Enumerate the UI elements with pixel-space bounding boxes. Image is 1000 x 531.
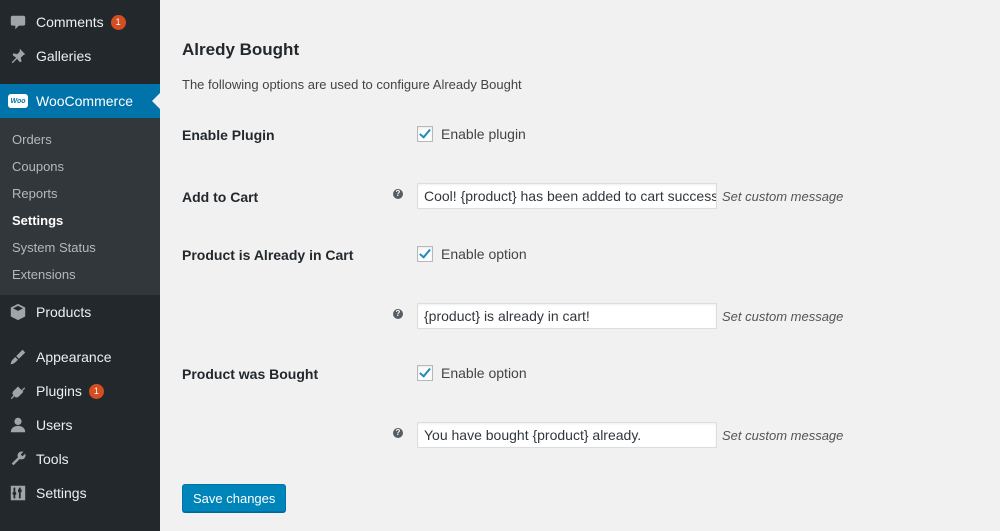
settings-content: Alredy Bought The following options are … bbox=[182, 0, 982, 531]
submenu-item-system-status[interactable]: System Status bbox=[12, 240, 96, 255]
plugins-count-badge: 1 bbox=[88, 383, 104, 399]
already-in-cart-checkbox[interactable] bbox=[417, 246, 433, 262]
menu-label: WooCommerce bbox=[36, 93, 133, 109]
menu-label: Comments bbox=[36, 14, 104, 30]
menu-label: Settings bbox=[36, 485, 87, 501]
page-description: The following options are used to config… bbox=[182, 77, 522, 92]
was-bought-message-input[interactable]: You have bought {product} already. bbox=[417, 422, 717, 448]
sliders-icon bbox=[0, 476, 36, 510]
menu-label: Products bbox=[36, 304, 92, 320]
submenu-item-coupons[interactable]: Coupons bbox=[12, 159, 64, 174]
was-bought-checkbox-label[interactable]: Enable option bbox=[441, 365, 527, 381]
add-to-cart-message-input[interactable]: Cool! {product} has been added to cart s… bbox=[417, 183, 717, 209]
add-to-cart-label: Add to Cart bbox=[182, 189, 259, 205]
comments-count-badge: 1 bbox=[110, 14, 126, 30]
submenu-item-orders[interactable]: Orders bbox=[12, 132, 52, 147]
enable-plugin-checkbox-label[interactable]: Enable plugin bbox=[441, 126, 526, 142]
already-in-cart-checkbox-field[interactable]: Enable option bbox=[417, 246, 527, 262]
comment-icon bbox=[0, 5, 36, 39]
menu-item-plugins[interactable]: Plugins 1 bbox=[0, 374, 160, 408]
save-changes-button[interactable]: Save changes bbox=[182, 484, 287, 512]
help-icon[interactable]: ? bbox=[393, 428, 403, 438]
woocommerce-icon: Woo bbox=[0, 84, 36, 118]
was-bought-label: Product was Bought bbox=[182, 366, 319, 382]
add-to-cart-hint: Set custom message bbox=[722, 189, 844, 204]
menu-item-settings[interactable]: Settings bbox=[0, 476, 160, 510]
already-in-cart-hint: Set custom message bbox=[722, 309, 844, 324]
submenu-item-extensions[interactable]: Extensions bbox=[12, 267, 76, 282]
paintbrush-icon bbox=[0, 340, 36, 374]
menu-label: Galleries bbox=[36, 48, 92, 64]
already-in-cart-label: Product is Already in Cart bbox=[182, 247, 354, 263]
menu-label: Tools bbox=[36, 451, 69, 467]
pushpin-icon bbox=[0, 39, 36, 73]
submenu-item-reports[interactable]: Reports bbox=[12, 186, 58, 201]
menu-label: Plugins bbox=[36, 383, 82, 399]
menu-item-appearance[interactable]: Appearance bbox=[0, 340, 160, 374]
wrench-icon bbox=[0, 442, 36, 476]
menu-item-galleries[interactable]: Galleries bbox=[0, 39, 160, 73]
already-in-cart-message-input[interactable]: {product} is already in cart! bbox=[417, 303, 717, 329]
plug-icon bbox=[0, 374, 36, 408]
page-title: Alredy Bought bbox=[182, 40, 300, 59]
menu-item-comments[interactable]: Comments 1 bbox=[0, 5, 160, 39]
checkmark-icon bbox=[419, 365, 431, 378]
enable-plugin-checkbox-field[interactable]: Enable plugin bbox=[417, 126, 526, 142]
woocommerce-logo-text: Woo bbox=[8, 94, 28, 108]
menu-label: Appearance bbox=[36, 349, 112, 365]
submenu-item-settings[interactable]: Settings bbox=[12, 213, 63, 228]
current-menu-arrow bbox=[152, 93, 160, 109]
was-bought-checkbox-field[interactable]: Enable option bbox=[417, 365, 527, 381]
already-in-cart-checkbox-label[interactable]: Enable option bbox=[441, 246, 527, 262]
was-bought-hint: Set custom message bbox=[722, 428, 844, 443]
help-icon[interactable]: ? bbox=[393, 189, 403, 199]
enable-plugin-label: Enable Plugin bbox=[182, 127, 275, 143]
menu-item-users[interactable]: Users bbox=[0, 408, 160, 442]
help-icon[interactable]: ? bbox=[393, 309, 403, 319]
woocommerce-submenu: Orders Coupons Reports Settings System S… bbox=[0, 118, 160, 295]
menu-item-products[interactable]: Products bbox=[0, 295, 160, 329]
menu-item-tools[interactable]: Tools bbox=[0, 442, 160, 476]
admin-sidebar: Comments 1 Galleries Woo WooCommerce Ord… bbox=[0, 0, 160, 531]
checkmark-icon bbox=[419, 246, 431, 259]
checkmark-icon bbox=[419, 126, 431, 139]
menu-item-woocommerce[interactable]: Woo WooCommerce bbox=[0, 84, 160, 118]
box-icon bbox=[0, 295, 36, 329]
menu-label: Users bbox=[36, 417, 73, 433]
enable-plugin-checkbox[interactable] bbox=[417, 126, 433, 142]
user-icon bbox=[0, 408, 36, 442]
was-bought-checkbox[interactable] bbox=[417, 365, 433, 381]
